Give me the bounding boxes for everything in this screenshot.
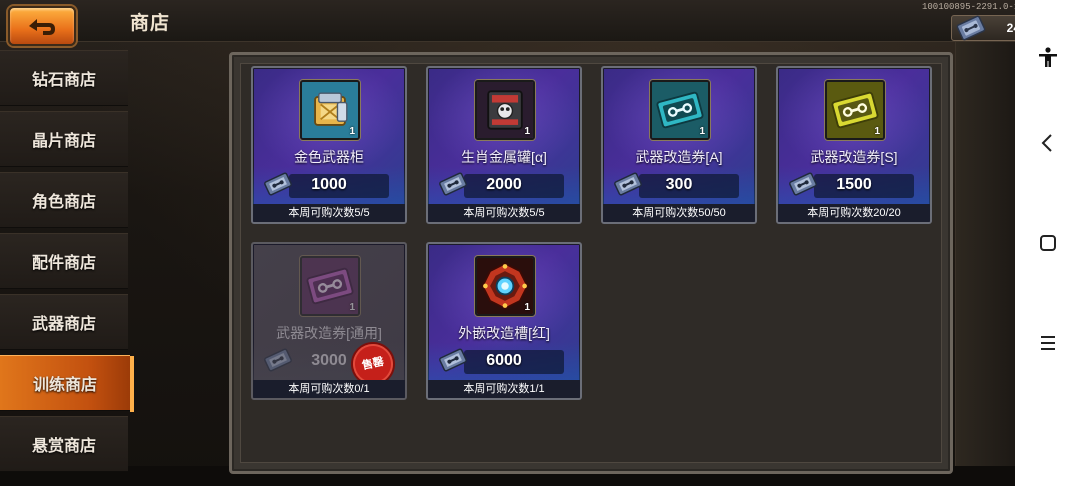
item-name: 武器改造券[通用] xyxy=(276,325,382,341)
shop-item-card[interactable]: 1 外嵌改造槽[红] 6000 本周可购次数1/1 xyxy=(426,242,582,400)
sidebar-item-weapon-shop[interactable]: 武器商店 xyxy=(0,294,128,350)
sidebar-item-label: 角色商店 xyxy=(31,194,96,211)
weapon-mod-ticket-a-icon: 1 xyxy=(650,80,710,140)
item-name: 生肖金属罐[α] xyxy=(461,149,547,165)
item-quantity: 1 xyxy=(524,126,530,137)
nav-home-icon[interactable] xyxy=(1035,230,1061,256)
sidebar-item-label: 悬赏商店 xyxy=(31,438,96,455)
zodiac-metal-can-icon: 1 xyxy=(475,80,535,140)
shop-item-card[interactable]: 1 生肖金属罐[α] 2000 本周可购次数5/5 xyxy=(426,66,582,224)
mod-ticket-icon xyxy=(956,15,986,41)
item-quantity: 1 xyxy=(699,126,705,137)
purchase-limit: 本周可购次数50/50 xyxy=(603,204,755,222)
accessibility-icon[interactable] xyxy=(1035,45,1061,71)
purchase-limit: 本周可购次数5/5 xyxy=(428,204,580,222)
purchase-limit: 本周可购次数1/1 xyxy=(428,380,580,398)
item-quantity: 1 xyxy=(349,302,355,313)
item-quantity: 1 xyxy=(349,126,355,137)
shop-item-card[interactable]: 1 武器改造券[A] 300 本周可购次数50/50 xyxy=(601,66,757,224)
sidebar-item-label: 钻石商店 xyxy=(31,72,96,89)
sidebar-item-label: 晶片商店 xyxy=(31,133,96,150)
item-name: 武器改造券[S] xyxy=(810,149,898,165)
system-nav-bar xyxy=(1015,0,1080,486)
shop-item-card[interactable]: 1 武器改造券[S] 1500 本周可购次数20/20 xyxy=(776,66,932,224)
purchase-limit: 本周可购次数5/5 xyxy=(253,204,405,222)
sidebar-item-label: 训练商店 xyxy=(32,377,97,394)
item-price: 6000 xyxy=(486,352,522,369)
sidebar-item-bounty-shop[interactable]: 悬赏商店 xyxy=(0,416,128,472)
sidebar-item-label: 武器商店 xyxy=(31,316,96,333)
purchase-limit: 本周可购次数0/1 xyxy=(253,380,405,398)
item-price: 300 xyxy=(665,176,693,193)
item-quantity: 1 xyxy=(874,126,880,137)
shop-item-card-soldout[interactable]: 1 武器改造券[通用] 3000 售罄 本周可购次数0/1 xyxy=(251,242,407,400)
item-quantity: 1 xyxy=(524,302,530,313)
background-pillar xyxy=(955,0,1015,486)
shop-item-card[interactable]: 1 金色武器柜 1000 本周可购次数5/5 xyxy=(251,66,407,224)
nav-menu-icon[interactable] xyxy=(1035,330,1061,356)
back-arrow-icon xyxy=(29,19,55,35)
item-name: 外嵌改造槽[红] xyxy=(458,325,550,341)
external-mod-slot-red-icon: 1 xyxy=(475,256,535,316)
weapon-mod-ticket-s-icon: 1 xyxy=(825,80,885,140)
back-button[interactable] xyxy=(8,6,76,46)
weapon-mod-ticket-universal-icon: 1 xyxy=(300,256,360,316)
purchase-limit: 本周可购次数20/20 xyxy=(778,204,930,222)
sidebar-item-training-shop[interactable]: 训练商店 xyxy=(0,355,134,412)
gold-weapon-cabinet-icon: 1 xyxy=(300,80,360,140)
sidebar-item-character-shop[interactable]: 角色商店 xyxy=(0,172,128,228)
item-name: 武器改造券[A] xyxy=(635,149,723,165)
item-price: 1000 xyxy=(311,176,347,193)
sidebar-item-diamond-shop[interactable]: 钻石商店 xyxy=(0,50,128,106)
item-price: 1500 xyxy=(836,176,872,193)
page-title: 商店 xyxy=(130,13,171,34)
sidebar-item-chip-shop[interactable]: 晶片商店 xyxy=(0,111,128,167)
sidebar-item-parts-shop[interactable]: 配件商店 xyxy=(0,233,128,289)
item-price: 2000 xyxy=(486,176,522,193)
sidebar-item-label: 配件商店 xyxy=(31,255,96,272)
nav-back-icon[interactable] xyxy=(1035,130,1061,156)
item-name: 金色武器柜 xyxy=(294,149,364,165)
